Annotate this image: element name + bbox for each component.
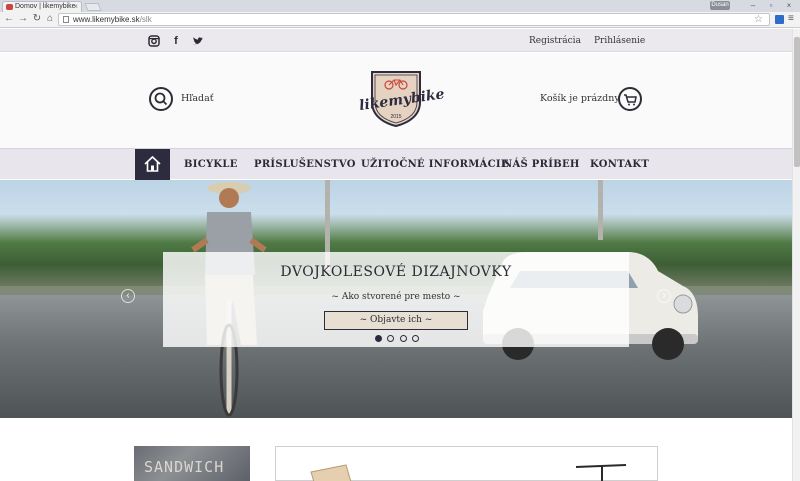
slider-dot[interactable] [400, 335, 407, 342]
nav-item-bicykle[interactable]: BICYKLE [184, 159, 238, 170]
user-badge[interactable]: Dusan [710, 1, 730, 10]
forward-icon[interactable]: → [17, 13, 29, 25]
home-nav-icon [144, 155, 161, 172]
content-section: SANDWICH [0, 418, 792, 481]
bookmark-star-icon[interactable]: ☆ [754, 14, 763, 25]
nav-item-kontakt[interactable]: KONTAKT [590, 159, 649, 170]
url-path: /slk [139, 15, 152, 24]
page-icon [63, 16, 69, 23]
sandwich-text: SANDWICH [144, 458, 225, 476]
tab-title: Domov | likemybike [15, 3, 76, 10]
product-box[interactable] [275, 446, 658, 481]
hero-cta-button[interactable]: ~ Objavte ich ~ [324, 311, 468, 330]
extension-icon[interactable] [775, 15, 784, 24]
window-close-icon[interactable]: × [780, 0, 798, 11]
site-header: Hľadať likemybike 2015 Košík je prázdny [0, 53, 792, 148]
scrollbar-thumb[interactable] [794, 37, 800, 167]
sandwich-image[interactable]: SANDWICH [134, 446, 250, 481]
login-link[interactable]: Prihlásenie [594, 36, 645, 46]
instagram-icon[interactable] [148, 35, 160, 47]
url-host: www.likemybike.sk [73, 15, 140, 24]
slider-dot[interactable] [387, 335, 394, 342]
favicon-icon [6, 4, 13, 10]
scrollbar[interactable] [792, 29, 800, 481]
home-icon[interactable]: ⌂ [44, 13, 56, 25]
back-icon[interactable]: ← [3, 13, 15, 25]
browser-tabbar: Domov | likemybike × Dusan – ▫ × [0, 0, 800, 12]
product-image [310, 464, 627, 481]
nav-home-button[interactable] [135, 149, 170, 180]
menu-icon[interactable]: ≡ [788, 13, 794, 24]
slider-prev-arrow[interactable]: ‹ [121, 289, 135, 303]
nav-item-uzitocne-informacie[interactable]: UŽITOČNÉ INFORMÁCIE [361, 159, 509, 170]
main-nav: BICYKLE PRÍSLUŠENSTVO UŽITOČNÉ INFORMÁCI… [0, 148, 792, 180]
tab-close-icon[interactable]: × [73, 2, 78, 12]
slider-dot[interactable] [412, 335, 419, 342]
minimize-icon[interactable]: – [744, 0, 762, 11]
logo-year: 2015 [390, 114, 402, 120]
nav-item-nas-pribeh[interactable]: NÁŠ PRÍBEH [503, 159, 580, 170]
search-icon[interactable] [149, 87, 173, 111]
browser-toolbar: ← → ↻ ⌂ www.likemybike.sk/slk ☆ [0, 12, 800, 28]
slider-dot[interactable] [375, 335, 382, 342]
facebook-icon[interactable]: f [170, 35, 182, 47]
new-tab-button[interactable] [84, 3, 102, 11]
twitter-icon[interactable] [192, 35, 204, 47]
address-bar[interactable]: www.likemybike.sk/slk ☆ [58, 13, 770, 26]
maximize-icon[interactable]: ▫ [762, 0, 780, 11]
browser-tab[interactable]: Domov | likemybike × [2, 1, 82, 12]
cart-icon[interactable] [618, 87, 642, 111]
hero-subtitle: ~ Ako stvorené pre mesto ~ [331, 292, 461, 302]
register-link[interactable]: Registrácia [529, 36, 581, 46]
site-logo[interactable]: likemybike 2015 [356, 68, 446, 130]
nav-item-prislusenstvo[interactable]: PRÍSLUŠENSTVO [254, 159, 356, 170]
slider-next-arrow[interactable]: › [657, 289, 671, 303]
hero-title: DVOJKOLESOVÉ DIZAJNOVKY [280, 264, 512, 280]
reload-icon[interactable]: ↻ [31, 13, 43, 25]
cart-label[interactable]: Košík je prázdny [540, 93, 620, 104]
search-label[interactable]: Hľadať [181, 93, 214, 104]
top-strip: f Registrácia Prihlásenie [0, 29, 792, 52]
hero-caption: DVOJKOLESOVÉ DIZAJNOVKY ~ Ako stvorené p… [163, 252, 629, 347]
